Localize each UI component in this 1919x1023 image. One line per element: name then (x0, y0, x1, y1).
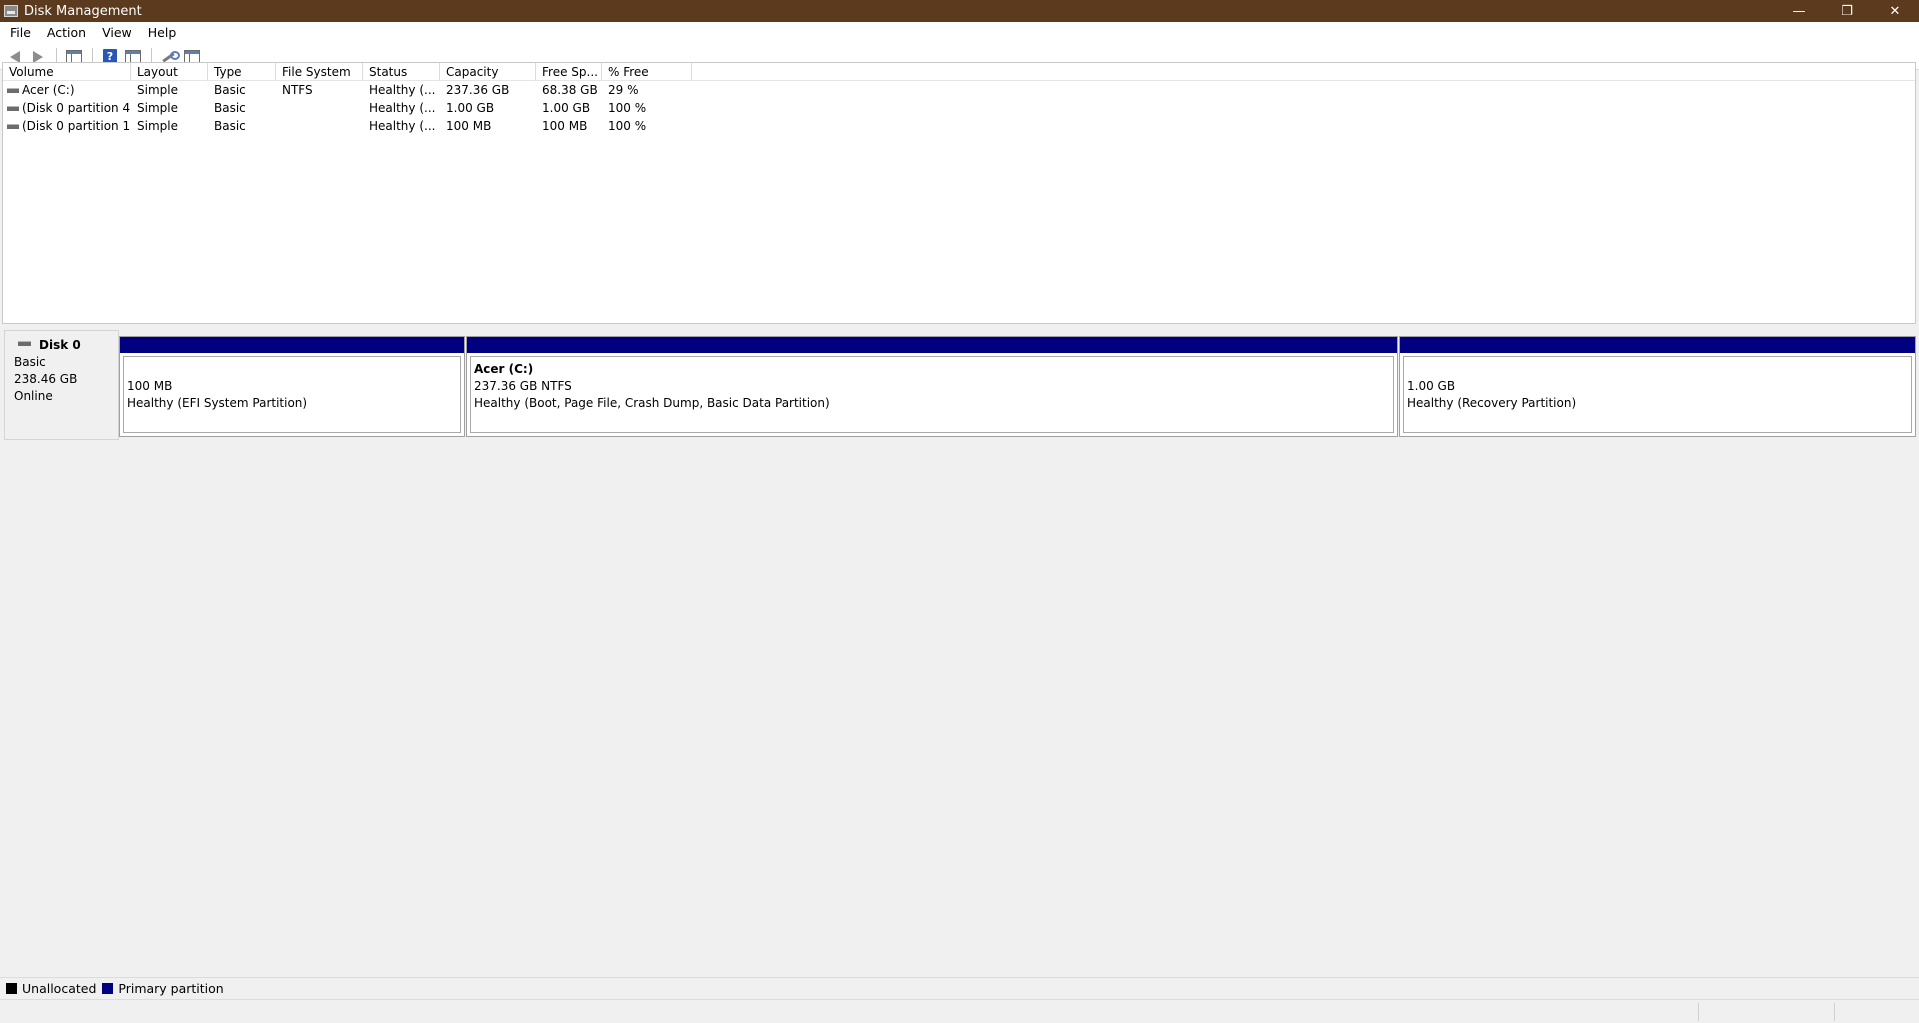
volume-type: Basic (214, 83, 246, 97)
window-controls: — ❐ ✕ (1775, 0, 1919, 22)
partition-name: Acer (C:) (474, 362, 534, 376)
volume-percent-free: 100 % (608, 101, 647, 115)
volume-name: (Disk 0 partition 1) (22, 119, 131, 133)
partition-size: 237.36 GB NTFS (474, 379, 572, 393)
legend: Unallocated Primary partition (0, 977, 1919, 999)
legend-primary-partition: Primary partition (102, 981, 224, 996)
window-title: Disk Management (24, 3, 142, 19)
volume-icon (7, 87, 19, 93)
legend-swatch-primary (102, 983, 114, 994)
volume-icon (7, 105, 19, 111)
volume-status: Healthy (... (369, 119, 436, 133)
volume-list[interactable]: Volume Layout Type File System Status Ca… (2, 62, 1916, 324)
partition-size: 100 MB (127, 379, 173, 393)
minimize-button[interactable]: — (1775, 0, 1823, 22)
menu-action[interactable]: Action (39, 22, 94, 44)
forward-icon (33, 50, 43, 63)
volume-free-space: 100 MB (542, 119, 588, 133)
volume-name: (Disk 0 partition 4) (22, 101, 131, 115)
partition-c-drive[interactable]: Acer (C:) 237.36 GB NTFS Healthy (Boot, … (466, 336, 1398, 437)
legend-unallocated: Unallocated (6, 981, 96, 996)
volume-row[interactable]: Acer (C:) Simple Basic NTFS Healthy (...… (3, 81, 1915, 99)
menu-bar: File Action View Help (0, 22, 1919, 44)
disk-label[interactable]: Disk 0 Basic 238.46 GB Online (4, 330, 119, 440)
volume-layout: Simple (137, 119, 178, 133)
legend-label: Unallocated (22, 981, 97, 996)
primary-partition-band (467, 337, 1397, 353)
volume-type: Basic (214, 119, 246, 133)
column-header-status[interactable]: Status (363, 63, 440, 81)
column-header-type[interactable]: Type (208, 63, 276, 81)
disk-row: Disk 0 Basic 238.46 GB Online 100 MB Hea… (2, 328, 1916, 442)
disk-state: Online (14, 389, 53, 403)
partition-name (1407, 361, 1911, 378)
menu-help[interactable]: Help (140, 22, 185, 44)
column-header-volume[interactable]: Volume (3, 63, 131, 81)
back-icon (10, 50, 20, 63)
primary-partition-band (1400, 337, 1915, 353)
legend-label: Primary partition (118, 981, 224, 996)
volume-row[interactable]: (Disk 0 partition 1) Simple Basic Health… (3, 117, 1915, 135)
volume-free-space: 68.38 GB (542, 83, 598, 97)
volume-icon (7, 123, 19, 129)
disk-management-app-icon (4, 5, 18, 17)
partition-size: 1.00 GB (1407, 379, 1456, 393)
volume-percent-free: 100 % (608, 119, 647, 133)
disk-name: Disk 0 (39, 338, 81, 352)
partition-status: Healthy (Boot, Page File, Crash Dump, Ba… (474, 396, 830, 410)
volume-file-system (276, 117, 363, 135)
menu-file[interactable]: File (2, 22, 39, 44)
volume-row[interactable]: (Disk 0 partition 4) Simple Basic Health… (3, 99, 1915, 117)
status-divider (1698, 1003, 1699, 1021)
volume-name: Acer (C:) (22, 83, 75, 97)
menu-view[interactable]: View (94, 22, 140, 44)
column-header-layout[interactable]: Layout (131, 63, 208, 81)
volume-layout: Simple (137, 83, 178, 97)
status-divider (1834, 1003, 1835, 1021)
volume-status: Healthy (... (369, 101, 436, 115)
disk-size: 238.46 GB (14, 372, 78, 386)
title-bar: Disk Management — ❐ ✕ (0, 0, 1919, 22)
partition-status: Healthy (Recovery Partition) (1407, 396, 1577, 410)
restore-button[interactable]: ❐ (1823, 0, 1871, 22)
disk-graphical-view: Disk 0 Basic 238.46 GB Online 100 MB Hea… (2, 328, 1916, 977)
column-header-free-space[interactable]: Free Sp... (536, 63, 602, 81)
column-header-percent-free[interactable]: % Free (602, 63, 692, 81)
volume-free-space: 1.00 GB (542, 101, 591, 115)
disk-type: Basic (14, 355, 46, 369)
column-header-capacity[interactable]: Capacity (440, 63, 536, 81)
volume-capacity: 1.00 GB (446, 101, 495, 115)
volume-list-header: Volume Layout Type File System Status Ca… (3, 63, 1915, 81)
volume-type: Basic (214, 101, 246, 115)
volume-status: Healthy (... (369, 83, 436, 97)
volume-layout: Simple (137, 101, 178, 115)
legend-swatch-unallocated (6, 983, 17, 994)
column-header-file-system[interactable]: File System (276, 63, 363, 81)
partition-recovery[interactable]: 1.00 GB Healthy (Recovery Partition) (1399, 336, 1916, 437)
primary-partition-band (120, 337, 464, 353)
partition-name (127, 361, 460, 378)
status-bar (0, 999, 1919, 1023)
partition-efi[interactable]: 100 MB Healthy (EFI System Partition) (119, 336, 465, 437)
close-button[interactable]: ✕ (1871, 0, 1919, 22)
volume-capacity: 100 MB (446, 119, 492, 133)
disk-icon (18, 341, 31, 346)
partition-status: Healthy (EFI System Partition) (127, 396, 308, 410)
volume-file-system: NTFS (282, 83, 313, 97)
volume-capacity: 237.36 GB (446, 83, 510, 97)
volume-file-system (276, 99, 363, 117)
volume-percent-free: 29 % (608, 83, 639, 97)
